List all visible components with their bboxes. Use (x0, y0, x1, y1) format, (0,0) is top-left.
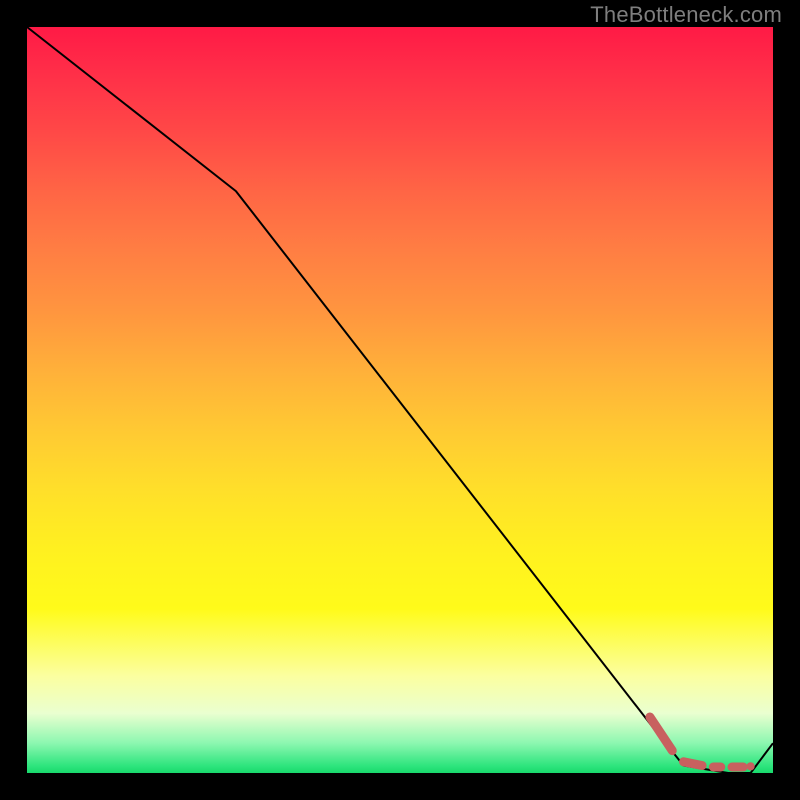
marker-dash (650, 717, 672, 751)
marker-end-dot (747, 762, 755, 770)
bottleneck-curve (27, 27, 773, 773)
chart-overlay (27, 27, 773, 773)
watermark-text: TheBottleneck.com (590, 2, 782, 28)
chart-frame: TheBottleneck.com (0, 0, 800, 800)
curve-markers (650, 717, 755, 770)
marker-dash (684, 762, 703, 766)
